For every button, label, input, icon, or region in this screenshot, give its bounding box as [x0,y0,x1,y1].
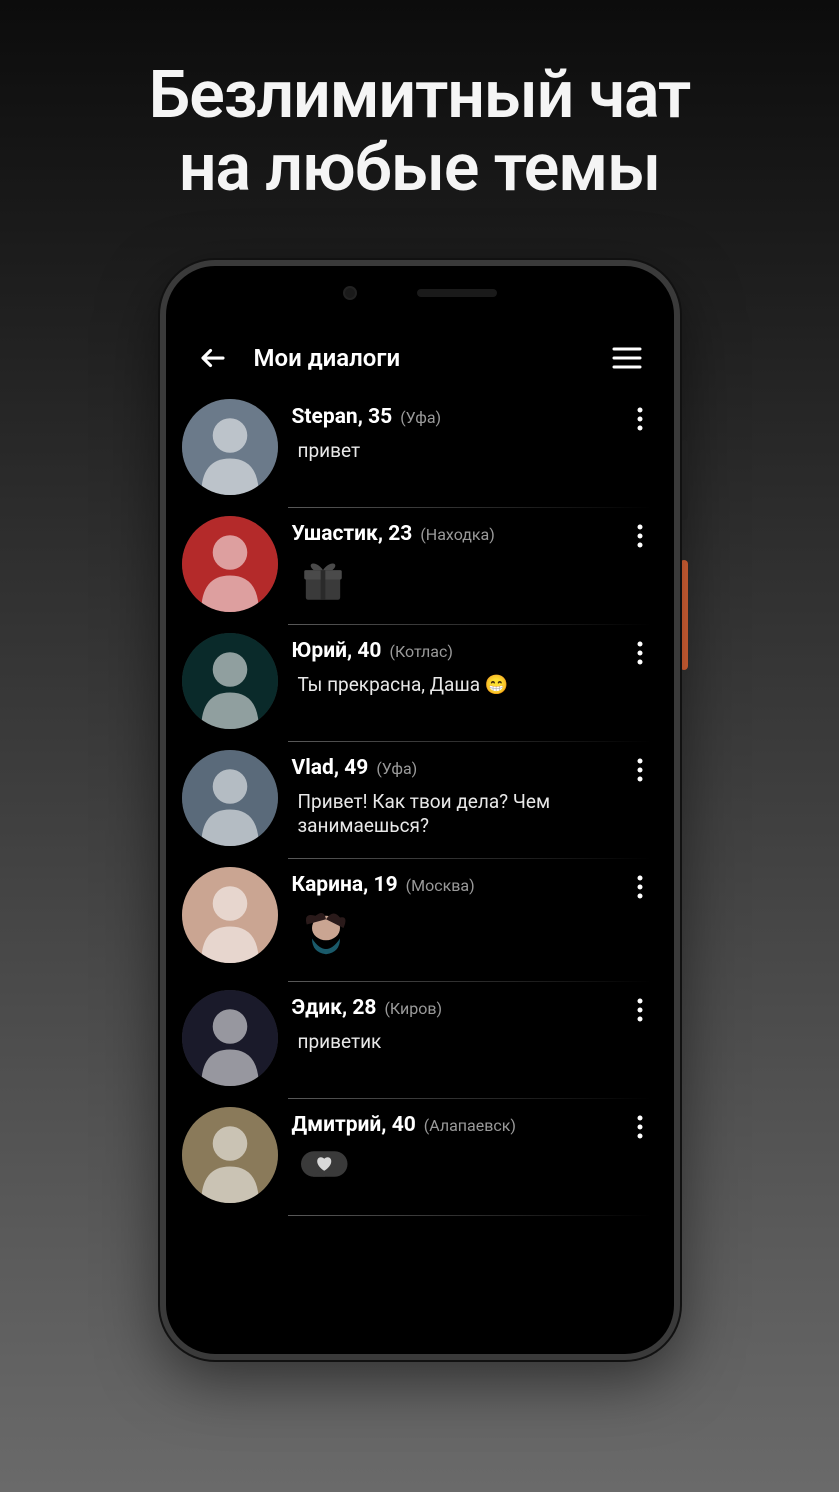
dialog-city: (Москва) [406,876,475,895]
more-options-button[interactable] [620,633,660,665]
vertical-dots-icon [637,758,643,782]
dialog-message [292,1137,620,1193]
app-screen: Мои диалоги Stepan, 35 (Уфа) привет Ушас… [176,321,664,1344]
more-options-button[interactable] [620,867,660,899]
sticker-icon [298,907,354,969]
promo-title: Безлимитный чат на любые темы [0,0,839,205]
avatar[interactable] [182,867,278,963]
dialog-city: (Находка) [420,525,495,544]
avatar[interactable] [182,990,278,1086]
dialog-row[interactable]: Эдик, 28 (Киров) приветик [176,982,664,1086]
dialog-body: Дмитрий, 40 (Алапаевск) [278,1107,620,1193]
dialog-title-line: Дмитрий, 40 (Алапаевск) [292,1113,620,1137]
avatar[interactable] [182,750,278,846]
page-title: Мои диалоги [232,344,608,372]
avatar[interactable] [182,1107,278,1203]
dialog-message: Привет! Как твои дела? Чем занимаешься? [292,780,620,838]
hamburger-icon [612,346,642,370]
dialog-message [292,897,620,969]
dialog-body: Юрий, 40 (Котлас) Ты прекрасна, Даша 😁 [278,633,620,697]
dialog-title-line: Ушастик, 23 (Находка) [292,522,620,546]
vertical-dots-icon [637,524,643,548]
avatar[interactable] [182,516,278,612]
more-options-button[interactable] [620,1107,660,1139]
dialog-message: привет [292,429,620,463]
row-divider [288,1215,652,1216]
dialog-message [292,546,620,612]
menu-button[interactable] [608,339,646,377]
dialog-message: Ты прекрасна, Даша 😁 [292,663,620,697]
dialog-city: (Киров) [384,999,442,1018]
dialog-city: (Уфа) [376,759,417,778]
dialog-body: Карина, 19 (Москва) [278,867,620,969]
avatar[interactable] [182,399,278,495]
dialog-row[interactable]: Vlad, 49 (Уфа) Привет! Как твои дела? Че… [176,742,664,846]
vertical-dots-icon [637,875,643,899]
dialog-body: Эдик, 28 (Киров) приветик [278,990,620,1054]
dialog-body: Ушастик, 23 (Находка) [278,516,620,612]
dialog-message-text: Ты прекрасна, Даша 😁 [298,673,509,696]
phone-frame: Мои диалоги Stepan, 35 (Уфа) привет Ушас… [160,260,680,1360]
dialog-row[interactable]: Дмитрий, 40 (Алапаевск) [176,1099,664,1203]
arrow-left-icon [198,343,228,373]
dialog-title-line: Vlad, 49 (Уфа) [292,756,620,780]
gift-icon [298,556,348,612]
more-options-button[interactable] [620,516,660,548]
promo-line2: на любые темы [20,133,819,206]
dialog-body: Vlad, 49 (Уфа) Привет! Как твои дела? Че… [278,750,620,838]
more-options-button[interactable] [620,990,660,1022]
dialog-title-line: Stepan, 35 (Уфа) [292,405,620,429]
dialog-name: Дмитрий, 40 [292,1113,416,1137]
dialog-message-text: привет [298,439,361,462]
dialog-title-line: Юрий, 40 (Котлас) [292,639,620,663]
dialog-city: (Уфа) [400,408,441,427]
phone-notch [343,286,497,300]
topbar: Мои диалоги [176,321,664,391]
dialog-title-line: Эдик, 28 (Киров) [292,996,620,1020]
more-options-button[interactable] [620,750,660,782]
more-options-button[interactable] [620,399,660,431]
dialog-row[interactable]: Ушастик, 23 (Находка) [176,508,664,612]
dialog-name: Ушастик, 23 [292,522,413,546]
dialog-message-text: Привет! Как твои дела? Чем занимаешься? [298,790,551,837]
camera-icon [343,286,357,300]
dialog-message: приветик [292,1020,620,1054]
dialog-row[interactable]: Юрий, 40 (Котлас) Ты прекрасна, Даша 😁 [176,625,664,729]
dialog-title-line: Карина, 19 (Москва) [292,873,620,897]
dialog-name: Stepan, 35 [292,405,393,429]
dialog-name: Юрий, 40 [292,639,382,663]
vertical-dots-icon [637,407,643,431]
dialog-body: Stepan, 35 (Уфа) привет [278,399,620,463]
back-button[interactable] [194,339,232,377]
dialog-name: Эдик, 28 [292,996,377,1020]
speaker-icon [417,289,497,297]
volume-button-icon [680,440,688,520]
dialog-city: (Котлас) [389,642,452,661]
vertical-dots-icon [637,641,643,665]
heart-bubble-icon [298,1147,358,1193]
dialog-list[interactable]: Stepan, 35 (Уфа) привет Ушастик, 23 (Нах… [176,391,664,1344]
dialog-name: Vlad, 49 [292,756,369,780]
power-button-icon [680,560,688,670]
promo-line1: Безлимитный чат [20,60,819,133]
vertical-dots-icon [637,1115,643,1139]
dialog-row[interactable]: Stepan, 35 (Уфа) привет [176,391,664,495]
dialog-message-text: приветик [298,1030,382,1053]
avatar[interactable] [182,633,278,729]
dialog-row[interactable]: Карина, 19 (Москва) [176,859,664,969]
dialog-city: (Алапаевск) [424,1116,516,1135]
dialog-name: Карина, 19 [292,873,398,897]
vertical-dots-icon [637,998,643,1022]
